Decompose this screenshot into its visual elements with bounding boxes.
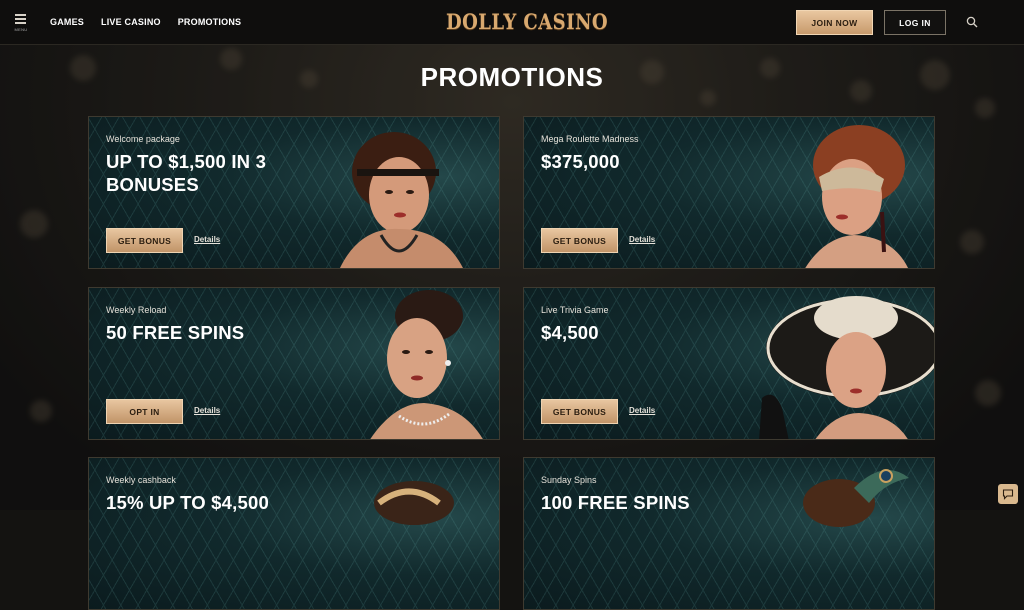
- page-title: PROMOTIONS: [420, 62, 604, 92]
- site-header: MENU GAMES LIVE CASINO PROMOTIONS DOLLY …: [0, 0, 1024, 45]
- join-now-button[interactable]: JOIN NOW: [796, 10, 873, 35]
- details-link[interactable]: Details: [194, 235, 220, 244]
- details-link[interactable]: Details: [194, 406, 220, 415]
- promo-woman-portrait: [370, 290, 483, 439]
- promo-label: Welcome package: [106, 134, 180, 144]
- get-bonus-button[interactable]: GET BONUS: [106, 228, 183, 253]
- promo-headline: 15% UP TO $4,500: [106, 492, 269, 513]
- main-nav: GAMES LIVE CASINO PROMOTIONS: [50, 0, 241, 44]
- nav-promotions[interactable]: PROMOTIONS: [178, 17, 242, 27]
- promo-headline: $4,500: [541, 322, 599, 343]
- promo-woman-hat-portrait: [759, 296, 934, 439]
- chat-icon: [1002, 489, 1014, 500]
- promo-label: Weekly cashback: [106, 475, 176, 485]
- promo-card-welcome: Welcome package UP TO $1,500 IN 3 BONUSE…: [88, 116, 500, 269]
- logo[interactable]: DOLLY CASINO: [446, 9, 608, 35]
- promo-card-weekly-reload: Weekly Reload 50 FREE SPINS OPT IN Detai…: [88, 287, 500, 440]
- details-link[interactable]: Details: [629, 406, 655, 415]
- promo-woman-masked-portrait: [805, 125, 908, 268]
- details-link[interactable]: Details: [629, 235, 655, 244]
- promo-card-sunday-spins: Sunday Spins 100 FREE SPINS: [523, 457, 935, 610]
- get-bonus-button[interactable]: GET BONUS: [541, 399, 618, 424]
- promo-woman-feather-portrait: [803, 469, 909, 527]
- menu-button[interactable]: MENU: [12, 12, 30, 32]
- chat-button[interactable]: [998, 484, 1018, 504]
- get-bonus-button[interactable]: GET BONUS: [541, 228, 618, 253]
- promo-card-mega-roulette: Mega Roulette Madness $375,000 GET BONUS…: [523, 116, 935, 269]
- promo-label: Weekly Reload: [106, 305, 167, 315]
- search-icon[interactable]: [966, 16, 978, 28]
- promo-headline: 50 FREE SPINS: [106, 322, 245, 343]
- promo-headline: $375,000: [541, 151, 620, 172]
- promo-label: Sunday Spins: [541, 475, 597, 485]
- promo-card-weekly-cashback: Weekly cashback 15% UP TO $4,500: [88, 457, 500, 610]
- menu-caption: MENU: [14, 27, 28, 32]
- promo-headline: 100 FREE SPINS: [541, 492, 690, 513]
- promo-card-live-trivia: Live Trivia Game $4,500 GET BONUS Detail…: [523, 287, 935, 440]
- promo-woman-masked-portrait: [374, 481, 454, 525]
- promo-woman-portrait: [340, 132, 463, 268]
- promo-headline: UP TO $1,500 IN 3 BONUSES: [106, 151, 267, 195]
- nav-games[interactable]: GAMES: [50, 17, 84, 27]
- nav-live-casino[interactable]: LIVE CASINO: [101, 17, 161, 27]
- opt-in-button[interactable]: OPT IN: [106, 399, 183, 424]
- promo-label: Mega Roulette Madness: [541, 134, 639, 144]
- promo-label: Live Trivia Game: [541, 305, 609, 315]
- hamburger-menu-icon: [15, 14, 26, 16]
- log-in-button[interactable]: LOG IN: [884, 10, 946, 35]
